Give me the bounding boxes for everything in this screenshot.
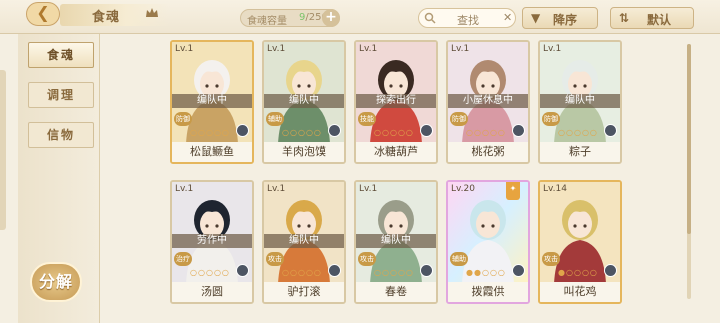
- card-role-badge: 攻击: [358, 252, 376, 266]
- card-stars: ○○○○○: [190, 128, 230, 137]
- card-role-badge: 攻击: [266, 252, 284, 266]
- food-soul-card[interactable]: Lv.1 小屋休息中防御 ○○○○○ 桃花粥: [446, 40, 530, 164]
- skill-icon: [420, 124, 433, 137]
- food-soul-card[interactable]: Lv.1 探索出行技能 ○○○○○ 冰糖葫芦: [354, 40, 438, 164]
- card-level: Lv.20: [451, 184, 475, 194]
- skill-icon: [328, 124, 341, 137]
- sort-default-button[interactable]: ⇅ 默认: [610, 7, 694, 29]
- sort-order-button[interactable]: ▼ 降序: [522, 7, 598, 29]
- card-stars: ○○○○○: [282, 268, 322, 277]
- food-soul-card[interactable]: Lv.14 攻击 ●○○○○ 叫花鸡: [538, 180, 622, 304]
- card-status: 编队中: [356, 234, 436, 248]
- decompose-button[interactable]: 分解: [30, 262, 82, 302]
- food-soul-card[interactable]: Lv.1 编队中防御 ○○○○○ 粽子: [538, 40, 622, 164]
- skill-icon: [328, 264, 341, 277]
- chevron-down-icon: ▼: [531, 11, 541, 25]
- card-name: 羊肉泡馍: [264, 142, 344, 162]
- sort-default-label: 默认: [647, 13, 672, 27]
- page-title: 食魂: [92, 10, 121, 25]
- capacity-label: 食魂容量: [247, 16, 287, 27]
- scrollbar[interactable]: [687, 44, 691, 299]
- skill-icon: [604, 264, 617, 277]
- card-role-badge: 防御: [450, 112, 468, 126]
- card-status: 小屋休息中: [448, 94, 528, 108]
- clear-search-icon[interactable]: ✕: [503, 11, 512, 24]
- card-stars: ●○○○○: [558, 268, 598, 277]
- card-stars: ○○○○○: [190, 268, 230, 277]
- card-level: Lv.1: [267, 184, 286, 194]
- card-stars: ●●○○○: [466, 268, 506, 277]
- card-status: 编队中: [540, 94, 620, 108]
- add-capacity-button[interactable]: +: [322, 9, 340, 27]
- card-level: Lv.14: [543, 184, 567, 194]
- card-role-badge: 技能: [358, 112, 376, 126]
- skill-icon: [236, 124, 249, 137]
- skill-icon: [420, 264, 433, 277]
- card-role-badge: 治疗: [174, 252, 192, 266]
- card-level: Lv.1: [543, 44, 562, 54]
- card-name: 桃花粥: [448, 142, 528, 162]
- food-soul-card[interactable]: Lv.1 编队中攻击 ○○○○○ 春卷: [354, 180, 438, 304]
- card-role-badge: 攻击: [542, 252, 560, 266]
- food-soul-card[interactable]: Lv.1 劳作中治疗 ○○○○○ 汤圆: [170, 180, 254, 304]
- card-name: 叫花鸡: [540, 282, 620, 302]
- card-level: Lv.1: [359, 44, 378, 54]
- search-input[interactable]: 查找: [457, 12, 479, 28]
- card-stars: ○○○○○: [374, 268, 414, 277]
- card-stars: ○○○○○: [282, 128, 322, 137]
- search-box[interactable]: 查找 ✕: [418, 8, 516, 28]
- search-icon: [424, 12, 436, 24]
- card-role-badge: 防御: [174, 112, 192, 126]
- card-status: 编队中: [172, 94, 252, 108]
- card-name: 松鼠鳜鱼: [172, 142, 252, 162]
- tab-conditioning[interactable]: 调理: [28, 82, 94, 108]
- rare-badge-icon: ✦: [506, 182, 520, 200]
- card-role-badge: 防御: [542, 112, 560, 126]
- skill-icon: [512, 264, 525, 277]
- card-status: 编队中: [264, 234, 344, 248]
- food-soul-card[interactable]: Lv.1 编队中攻击 ○○○○○ 驴打滚: [262, 180, 346, 304]
- tab-tokens[interactable]: 信物: [28, 122, 94, 148]
- card-stars: ○○○○○: [558, 128, 598, 137]
- skill-icon: [512, 124, 525, 137]
- card-level: Lv.1: [359, 184, 378, 194]
- card-status: 探索出行: [356, 94, 436, 108]
- skill-icon: [236, 264, 249, 277]
- left-edge-handle: [0, 70, 6, 230]
- sort-order-label: 降序: [553, 13, 578, 27]
- card-level: Lv.1: [175, 184, 194, 194]
- card-name: 汤圆: [172, 282, 252, 302]
- card-level: Lv.1: [175, 44, 194, 54]
- card-role-badge: 辅助: [266, 112, 284, 126]
- back-button[interactable]: ❮: [26, 2, 60, 26]
- card-status: 编队中: [264, 94, 344, 108]
- card-status: 劳作中: [172, 234, 252, 248]
- swap-icon: ⇅: [619, 11, 630, 25]
- card-name: 春卷: [356, 282, 436, 302]
- crown-icon: [146, 8, 158, 17]
- card-name: 驴打滚: [264, 282, 344, 302]
- skill-icon: [604, 124, 617, 137]
- card-role-badge: 辅助: [450, 252, 468, 266]
- card-name: 冰糖葫芦: [356, 142, 436, 162]
- top-bar: ❮ 食魂 食魂容量 9/250 + 查找 ✕ ▼ 降序 ⇅ 默认: [0, 0, 720, 34]
- food-soul-card[interactable]: Lv.1 编队中防御 ○○○○○ 松鼠鳜鱼: [170, 40, 254, 164]
- card-name: 拨霞供: [448, 282, 528, 302]
- card-level: Lv.1: [267, 44, 286, 54]
- food-soul-card[interactable]: Lv.20 ✦ 辅助 ●●○○○ 拨霞供: [446, 180, 530, 304]
- arrow-left-icon: ❮: [36, 3, 50, 22]
- card-name: 粽子: [540, 142, 620, 162]
- scroll-thumb[interactable]: [687, 44, 691, 234]
- tab-food-souls[interactable]: 食魂: [28, 42, 94, 68]
- card-level: Lv.1: [451, 44, 470, 54]
- card-stars: ○○○○○: [374, 128, 414, 137]
- card-stars: ○○○○○: [466, 128, 506, 137]
- food-soul-card[interactable]: Lv.1 编队中辅助 ○○○○○ 羊肉泡馍: [262, 40, 346, 164]
